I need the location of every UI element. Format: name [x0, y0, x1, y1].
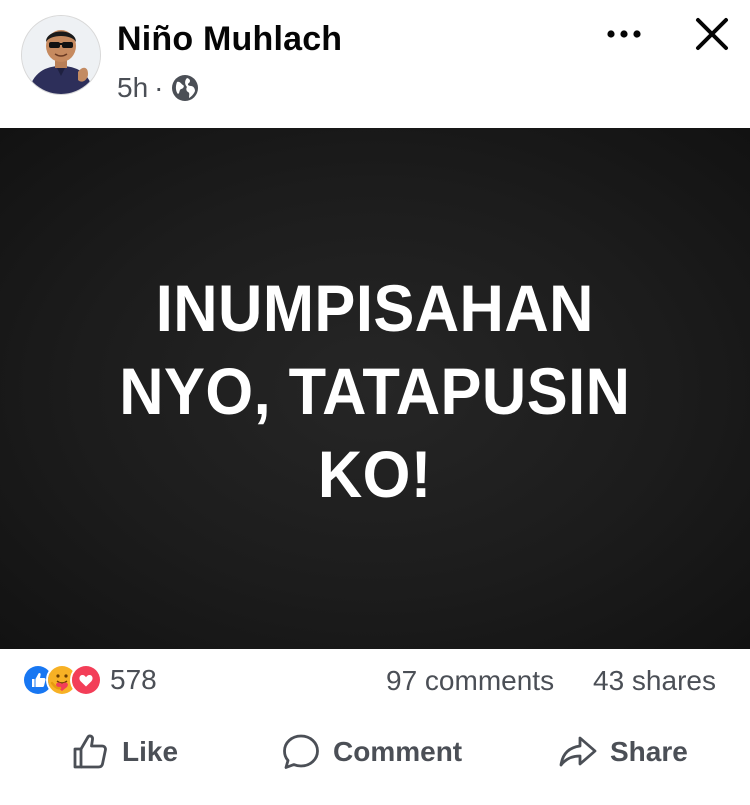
- comment-icon: [283, 734, 319, 769]
- comments-count[interactable]: 97 comments: [386, 665, 554, 697]
- post-time[interactable]: 5h: [117, 72, 148, 104]
- share-button[interactable]: Share: [558, 720, 688, 784]
- reaction-count: 578: [110, 664, 157, 695]
- post-image-text-line: KO!: [318, 436, 432, 511]
- meta-separator: ·: [154, 72, 164, 103]
- globe-icon: [170, 73, 200, 103]
- comment-label: Comment: [333, 736, 463, 767]
- close-icon: [696, 18, 728, 50]
- more-options-button[interactable]: [600, 14, 648, 54]
- share-icon: [559, 736, 597, 767]
- reactions-summary[interactable]: 578: [22, 664, 157, 696]
- avatar-image: [22, 16, 100, 94]
- post-image-text-line: INUMPISAHAN: [155, 270, 595, 345]
- like-icon: [73, 734, 107, 769]
- ellipsis-icon: [607, 30, 641, 38]
- like-label: Like: [122, 736, 179, 767]
- post-stats: 578 97 comments 43 shares: [0, 650, 750, 712]
- post-image-text: INUMPISAHAN NYO, TATAPUSIN KO!: [119, 267, 630, 516]
- post-actions: Like Comment Share: [0, 720, 750, 784]
- share-label: Share: [610, 736, 688, 767]
- avatar[interactable]: [22, 16, 100, 94]
- comment-button[interactable]: Comment: [281, 720, 462, 784]
- post-image-text-line: NYO, TATAPUSIN: [119, 353, 631, 428]
- shares-count[interactable]: 43 shares: [593, 665, 716, 697]
- love-reaction-icon: [70, 664, 102, 696]
- like-button[interactable]: Like: [70, 720, 178, 784]
- close-button[interactable]: [690, 12, 734, 56]
- post-header: Niño Muhlach 5h ·: [0, 0, 750, 128]
- post-meta: 5h ·: [117, 72, 200, 104]
- author-name[interactable]: Niño Muhlach: [117, 20, 342, 59]
- post-image[interactable]: INUMPISAHAN NYO, TATAPUSIN KO!: [0, 128, 750, 649]
